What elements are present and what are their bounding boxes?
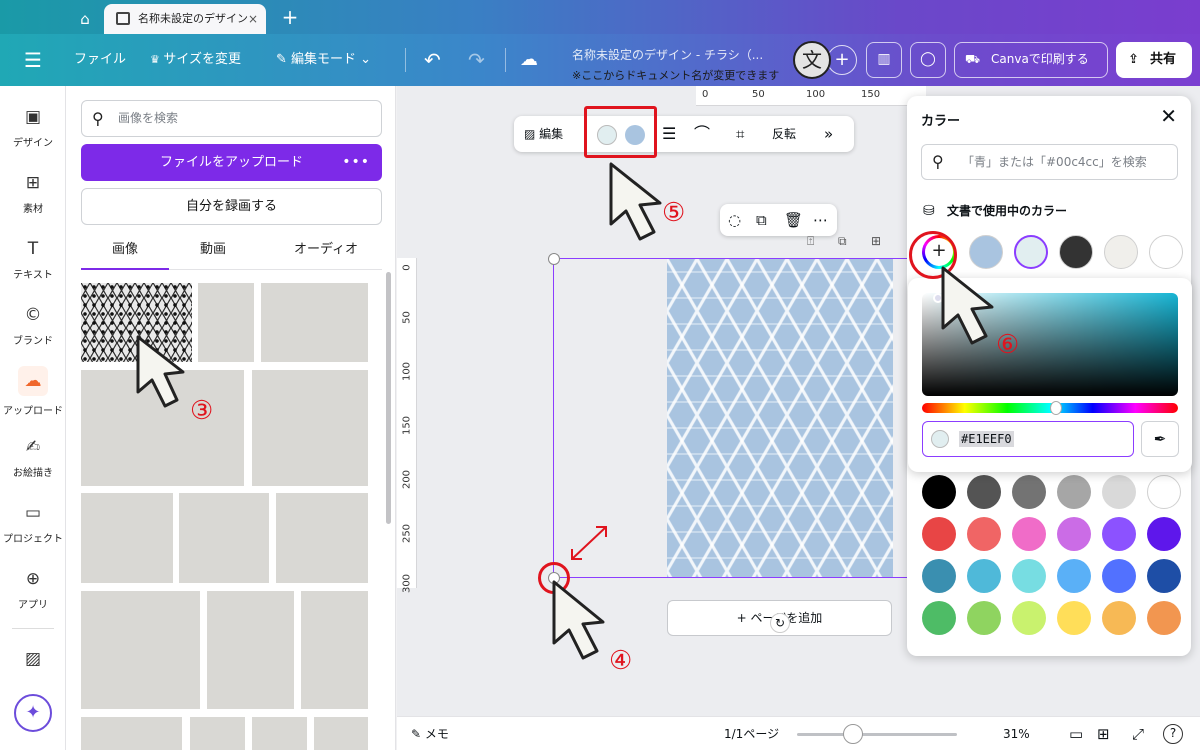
cursor-arrow-icon	[552, 580, 605, 660]
cursor-arrow-icon	[136, 335, 185, 408]
double-arrow-icon	[571, 526, 607, 560]
annotation-number-6: ⑥	[996, 330, 1020, 360]
cursor-arrow-icon	[941, 266, 994, 345]
annotation-number-4: ④	[609, 646, 633, 676]
annotation-overlay	[136, 162, 994, 660]
canva-editor-screen: { "browser": { "home_icon": "home-icon",…	[0, 0, 1200, 750]
cursor-arrow-icon	[609, 162, 662, 241]
annotation-number-3: ③	[190, 396, 214, 426]
annotation-number-5: ⑤	[662, 198, 686, 228]
